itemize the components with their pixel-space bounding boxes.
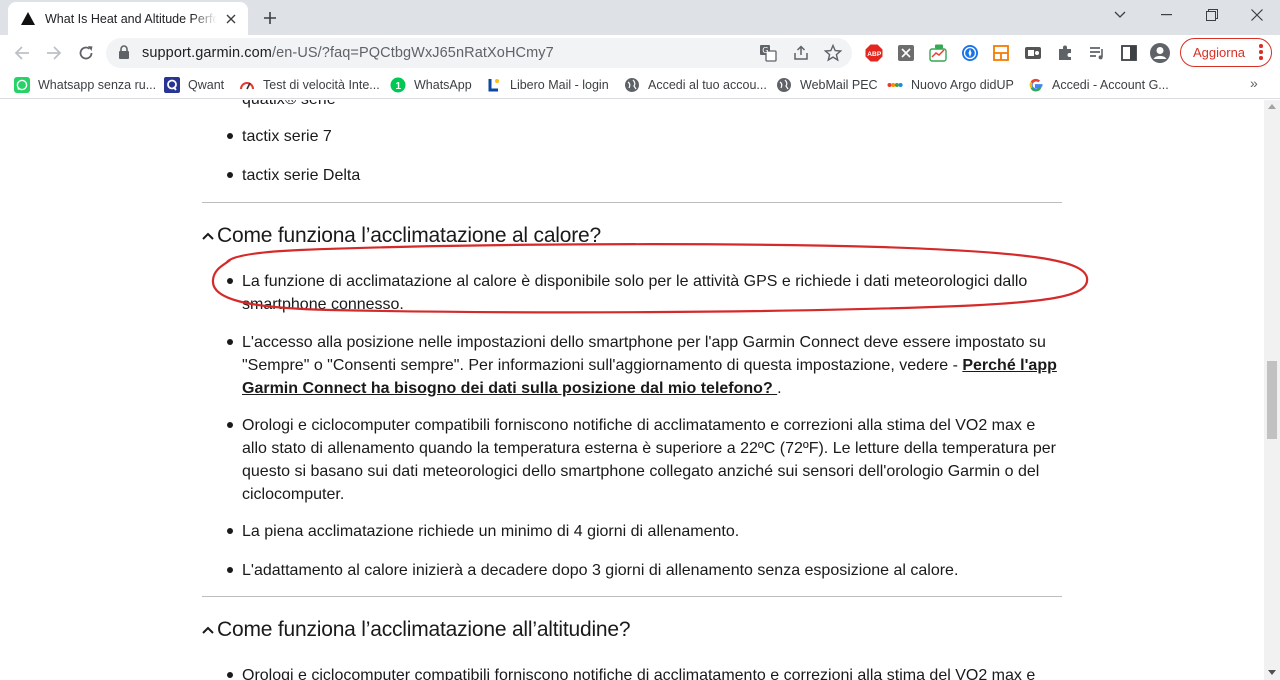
libero-icon (486, 77, 502, 93)
chevron-up-icon (201, 229, 215, 243)
menu-dots-icon (1259, 44, 1263, 62)
location-permission-link[interactable]: Perché l'app (962, 357, 1057, 374)
bullet (227, 567, 233, 573)
faq-heading-text: Come funziona l’acclimatazione al calore… (217, 224, 602, 247)
update-label: Aggiorna (1193, 45, 1246, 60)
bookmark-qwant[interactable]: Qwant (164, 76, 224, 94)
google-icon (1028, 77, 1044, 93)
svg-text:G: G (762, 46, 768, 55)
media-playlist-icon[interactable] (1087, 43, 1107, 63)
browser-toolbar: support.garmin.com/en-US/?faq=PQCtbgWxJ6… (0, 35, 1280, 71)
bookmark-google-account[interactable]: Accedi - Account G... (1028, 76, 1169, 94)
bookmark-argo-didup[interactable]: Nuovo Argo didUP (887, 76, 1014, 94)
argo-icon (887, 77, 903, 93)
bullet (227, 133, 233, 139)
list-item: L'adattamento al calore inizierà a decad… (242, 562, 959, 579)
list-item: quatix® serie (242, 100, 1072, 111)
tab-search-icon[interactable] (1097, 0, 1143, 30)
chevron-up-icon (201, 623, 215, 637)
bookmark-whatsapp[interactable]: 1 WhatsApp (390, 76, 472, 94)
qwant-icon (164, 77, 180, 93)
bullet (227, 672, 233, 678)
browser-tab[interactable]: What Is Heat and Altitude Performance Ac… (8, 2, 248, 35)
bookmark-whatsapp-senza-rubrica[interactable]: Whatsapp senza ru... (14, 76, 156, 94)
translate-icon[interactable]: G (758, 43, 778, 63)
bullet (227, 172, 233, 178)
globe-icon (776, 77, 792, 93)
minimize-icon[interactable] (1143, 0, 1189, 30)
adblock-plus-icon[interactable]: ABP (864, 43, 884, 63)
close-window-icon[interactable] (1234, 0, 1280, 30)
back-icon[interactable] (8, 39, 36, 67)
bookmark-star-icon[interactable] (823, 43, 843, 63)
new-tab-icon[interactable] (258, 6, 282, 30)
svg-text:1: 1 (396, 81, 402, 92)
extension-compass-icon[interactable] (960, 43, 980, 63)
extension-chart-icon[interactable] (928, 43, 948, 63)
extensions-puzzle-icon[interactable] (1055, 43, 1075, 63)
list-item: Orologi e ciclocomputer compatibili forn… (242, 667, 1036, 680)
garmin-triangle-icon (20, 11, 36, 27)
list-item: La piena acclimatazione richiede un mini… (242, 523, 740, 540)
close-tab-icon[interactable] (222, 10, 240, 28)
section-divider (202, 596, 1062, 597)
faq-heading-heat[interactable]: Come funziona l’acclimatazione al calore… (201, 224, 601, 248)
bullet (227, 422, 233, 428)
extension-reader-icon[interactable] (1023, 43, 1043, 63)
extension-puzzle-gray-icon[interactable] (896, 43, 916, 63)
extension-grid-icon[interactable] (991, 43, 1011, 63)
url-text: support.garmin.com/en-US/?faq=PQCtbgWxJ6… (142, 45, 554, 61)
list-item: tactix serie Delta (242, 167, 361, 184)
bullet (227, 278, 233, 284)
bookmarks-bar: Whatsapp senza ru... Qwant Test di veloc… (0, 71, 1280, 99)
scroll-down-arrow-icon[interactable] (1268, 670, 1276, 675)
faq-heading-altitude[interactable]: Come funziona l’acclimatazione all’altit… (201, 618, 631, 642)
section-divider (202, 202, 1062, 203)
scroll-up-arrow-icon[interactable] (1268, 104, 1276, 109)
whatsapp-icon (14, 77, 30, 93)
restore-icon[interactable] (1189, 0, 1235, 30)
bookmark-accedi-account[interactable]: Accedi al tuo accou... (624, 76, 767, 94)
whatsapp-green-icon: 1 (390, 77, 406, 93)
tab-strip: What Is Heat and Altitude Performance Ac… (0, 0, 1280, 35)
address-bar[interactable]: support.garmin.com/en-US/?faq=PQCtbgWxJ6… (106, 38, 852, 68)
location-permission-link-cont[interactable]: Garmin Connect ha bisogno dei dati sulla… (242, 380, 777, 397)
list-item: tactix serie 7 (242, 128, 332, 145)
profile-avatar-icon[interactable] (1150, 43, 1170, 63)
list-item: L'accesso alla posizione nelle impostazi… (242, 334, 1057, 397)
lock-icon[interactable] (118, 45, 130, 65)
bookmark-webmail-pec[interactable]: WebMail PEC (776, 76, 878, 94)
bookmarks-overflow-icon[interactable]: » (1250, 75, 1258, 91)
page-viewport: quatix® serie tactix serie 7 tactix seri… (0, 100, 1264, 680)
scrollbar-thumb[interactable] (1267, 361, 1277, 439)
reload-icon[interactable] (72, 39, 100, 67)
bullet (227, 339, 233, 345)
faq-heading-text: Come funziona l’acclimatazione all’altit… (217, 618, 631, 641)
list-item: La funzione di acclimatazione al calore … (242, 273, 1028, 313)
bullet (227, 528, 233, 534)
bookmark-libero-mail[interactable]: Libero Mail - login (486, 76, 609, 94)
globe-icon (624, 77, 640, 93)
tab-title: What Is Heat and Altitude Performance Ac… (45, 11, 217, 26)
list-item: Orologi e ciclocomputer compatibili forn… (242, 417, 1056, 503)
speedtest-icon (239, 77, 255, 93)
bookmark-speed-test[interactable]: Test di velocità Inte... (239, 76, 380, 94)
svg-text:ABP: ABP (867, 51, 882, 58)
update-button[interactable]: Aggiorna (1180, 38, 1272, 67)
forward-icon[interactable] (40, 39, 68, 67)
share-icon[interactable] (791, 43, 811, 63)
side-panel-icon[interactable] (1119, 43, 1139, 63)
page-scrollbar[interactable] (1264, 100, 1280, 680)
